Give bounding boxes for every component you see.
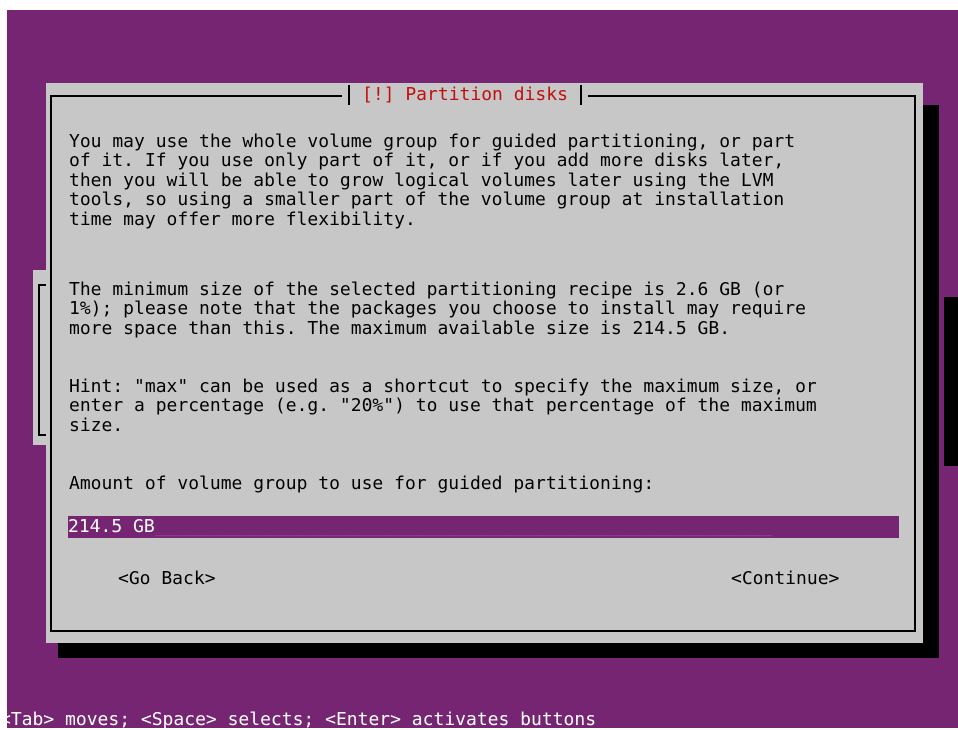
status-bar-hint: <Tab> moves; <Space> selects; <Enter> ac… — [0, 709, 597, 730]
dialog-shadow-right — [923, 105, 939, 658]
dialog-title: [!] Partition disks — [362, 84, 568, 106]
dialog-shadow-bottom — [58, 643, 939, 658]
continue-button[interactable]: <Continue> — [731, 569, 839, 589]
description-paragraph-1: You may use the whole volume group for g… — [69, 131, 796, 230]
input-fill-underscores: ________________________________________… — [154, 516, 773, 538]
background-window-edge — [944, 297, 958, 466]
volume-amount-value: 214.5 GB — [68, 516, 155, 538]
description-paragraph-2: The minimum size of the selected partiti… — [69, 279, 806, 339]
background-window-bracket — [38, 284, 46, 436]
title-right-tick — [579, 85, 582, 105]
volume-amount-input[interactable]: 214.5 GB ________________________________… — [68, 516, 899, 538]
hint-paragraph: Hint: "max" can be used as a shortcut to… — [69, 376, 817, 436]
go-back-button[interactable]: <Go Back> — [118, 569, 216, 589]
dialog-title-bar: [!] Partition disks — [342, 84, 588, 106]
amount-prompt-label: Amount of volume group to use for guided… — [69, 473, 655, 494]
